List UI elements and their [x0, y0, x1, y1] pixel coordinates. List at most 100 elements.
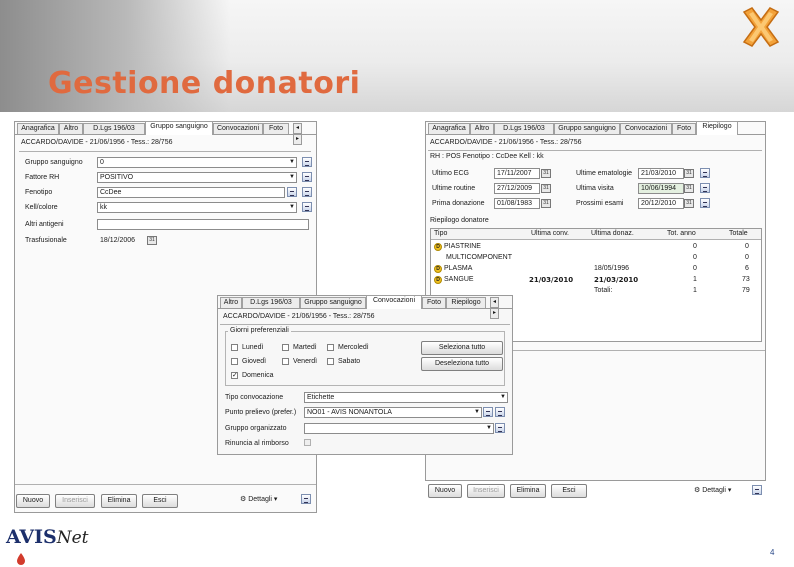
w3-martedi-checkbox[interactable]	[282, 344, 289, 351]
w3-deseleziona-tutto-button[interactable]: Deseleziona tutto	[421, 357, 503, 371]
w1-print-icon[interactable]	[301, 494, 311, 504]
w2-label-ecg: Ultimo ECG	[432, 170, 469, 177]
chevron-down-icon: ▼	[289, 159, 295, 165]
slide-title: Gestione donatori	[48, 66, 361, 101]
w3-seleziona-tutto-button[interactable]: Seleziona tutto	[421, 341, 503, 355]
w2-tab-foto[interactable]: Foto	[672, 123, 696, 134]
w3-lunedi-checkbox[interactable]	[231, 344, 238, 351]
w1-elimina-button[interactable]: Elimina	[101, 494, 137, 508]
w2-tab-altro[interactable]: Altro	[470, 123, 494, 134]
col-ultima-conv[interactable]: Ultima conv.	[531, 230, 569, 237]
calendar-icon[interactable]: 31	[684, 199, 694, 208]
w2-tab-riepilogo[interactable]: Riepilogo	[696, 121, 738, 135]
calendar-icon[interactable]: 31	[541, 199, 551, 208]
arrow-left-icon[interactable]: ◂	[490, 297, 499, 308]
w1-rh-list-icon[interactable]	[302, 172, 312, 182]
w2-ematologie-go-icon[interactable]	[700, 168, 710, 178]
w1-tab-foto[interactable]: Foto	[263, 123, 289, 134]
w2-visita-go-icon[interactable]	[700, 183, 710, 193]
w3-tab-dlgs[interactable]: D.Lgs 196/03	[242, 297, 300, 308]
arrow-right-icon[interactable]: ▸	[293, 134, 302, 145]
w3-tab-scroll[interactable]: ◂▸	[490, 297, 506, 319]
w3-tipo-select[interactable]: Etichette ▼	[304, 392, 508, 403]
arrow-right-icon[interactable]: ▸	[490, 308, 499, 319]
col-tipo[interactable]: Tipo	[434, 230, 447, 237]
w3-mercoledi-checkbox[interactable]	[327, 344, 334, 351]
w1-kell-select[interactable]: kk ▼	[97, 202, 297, 213]
w2-tab-anagrafica[interactable]: Anagrafica	[428, 123, 470, 134]
w1-tab-anagrafica[interactable]: Anagrafica	[17, 123, 59, 134]
w3-punto-select[interactable]: NO01 - AVIS NONANTOLA ▼	[304, 407, 482, 418]
col-ultima-donaz[interactable]: Ultima donaz.	[591, 230, 634, 237]
w3-punto-list-icon[interactable]	[495, 407, 505, 417]
blood-drop-icon	[17, 553, 25, 565]
table-row[interactable]: MULTICOMPONENT 0 0	[431, 253, 761, 263]
w3-tab-foto[interactable]: Foto	[422, 297, 446, 308]
w1-gruppo-list-icon[interactable]	[302, 157, 312, 167]
w3-sabato-checkbox[interactable]	[327, 358, 334, 365]
calendar-icon[interactable]: 31	[684, 184, 694, 193]
w1-kell-list-icon[interactable]	[302, 202, 312, 212]
w3-punto-doc-icon[interactable]	[483, 407, 493, 417]
w1-tab-dlgs[interactable]: D.Lgs 196/03	[83, 123, 145, 134]
calendar-icon[interactable]: 31	[684, 169, 694, 178]
w3-gruppo-list-icon[interactable]	[495, 423, 505, 433]
w3-gruppo-label: Gruppo organizzato	[225, 425, 287, 432]
arrow-left-icon[interactable]: ◂	[293, 123, 302, 134]
w2-elimina-button[interactable]: Elimina	[510, 484, 546, 498]
w3-gruppo-select[interactable]: ▼	[304, 423, 494, 434]
w2-nuovo-button[interactable]: Nuovo	[428, 484, 462, 498]
w2-separator	[428, 150, 762, 151]
w1-tab-scroll[interactable]: ◂▸	[293, 123, 309, 145]
w1-fenotipo-field[interactable]: CcDee	[97, 187, 285, 198]
w1-esci-button[interactable]: Esci	[142, 494, 178, 508]
w1-antigeni-field[interactable]	[97, 219, 309, 230]
w3-rinuncia-checkbox[interactable]	[304, 439, 311, 446]
donation-type-icon: D	[434, 243, 442, 251]
w1-dettagli-menu[interactable]: ⚙ Dettagli ▾	[240, 495, 277, 503]
w3-tab-riepilogo[interactable]: Riepilogo	[446, 297, 486, 308]
w1-fenotipo-list-icon[interactable]	[302, 187, 312, 197]
w3-donor-header: ACCARDO/DAVIDE - 21/06/1956 - Tess.: 28/…	[223, 313, 375, 320]
table-row[interactable]: D PLASMA 18/05/1996 0 6	[431, 264, 761, 274]
w1-tab-convocazioni[interactable]: Convocazioni	[213, 123, 263, 134]
w1-rh-select[interactable]: POSITIVO ▼	[97, 172, 297, 183]
row-tipo: PIASTRINE	[444, 243, 481, 250]
w1-tab-gruppo-sanguigno[interactable]: Gruppo sanguigno	[145, 121, 213, 135]
w1-fenotipo-doc-icon[interactable]	[287, 187, 297, 197]
page-number: 4	[770, 548, 775, 557]
w1-inserisci-button[interactable]: Inserisci	[55, 494, 95, 508]
calendar-icon[interactable]: 31	[147, 236, 157, 245]
w1-nuovo-button[interactable]: Nuovo	[16, 494, 50, 508]
w2-prossimi-go-icon[interactable]	[700, 198, 710, 208]
w2-label-ematologie: Ultime ematologie	[576, 170, 633, 177]
w1-gruppo-select[interactable]: 0 ▼	[97, 157, 297, 168]
w2-tab-gruppo-sanguigno[interactable]: Gruppo sanguigno	[554, 123, 620, 134]
w3-tab-convocazioni[interactable]: Convocazioni	[366, 295, 422, 309]
w1-donor-header: ACCARDO/DAVIDE - 21/06/1956 - Tess.: 28/…	[21, 139, 173, 146]
w2-label-prossimi: Prossimi esami	[576, 200, 624, 207]
w2-label-visita: Ultima visita	[576, 185, 614, 192]
chevron-down-icon: ▼	[474, 409, 480, 415]
w2-dettagli-menu[interactable]: ⚙ Dettagli ▾	[694, 486, 731, 494]
w2-print-icon[interactable]	[752, 485, 762, 495]
w3-giovedi-checkbox[interactable]	[231, 358, 238, 365]
table-row[interactable]: D PIASTRINE 0 0	[431, 242, 761, 252]
table-row[interactable]: D SANGUE 21/03/2010 21/03/2010 1 73	[431, 275, 761, 285]
calendar-icon[interactable]: 31	[541, 184, 551, 193]
w2-inserisci-button[interactable]: Inserisci	[467, 484, 505, 498]
w3-venerdi-checkbox[interactable]	[282, 358, 289, 365]
col-totale[interactable]: Totale	[729, 230, 748, 237]
col-tot-anno[interactable]: Tot. anno	[667, 230, 696, 237]
w3-domenica-checkbox[interactable]: ✓	[231, 372, 238, 379]
w3-giorni-label: Giorni preferenziali	[228, 327, 291, 334]
w2-esci-button[interactable]: Esci	[551, 484, 587, 498]
w2-tab-dlgs[interactable]: D.Lgs 196/03	[494, 123, 554, 134]
w1-label-gruppo: Gruppo sanguigno	[25, 159, 83, 166]
w3-tab-gruppo-sanguigno[interactable]: Gruppo sanguigno	[300, 297, 366, 308]
w2-tab-convocazioni[interactable]: Convocazioni	[620, 123, 672, 134]
w3-tab-altro[interactable]: Altro	[220, 297, 242, 308]
w1-tab-altro[interactable]: Altro	[59, 123, 83, 134]
w1-trasfusionale-field[interactable]: 18/12/2006	[97, 235, 145, 246]
calendar-icon[interactable]: 31	[541, 169, 551, 178]
